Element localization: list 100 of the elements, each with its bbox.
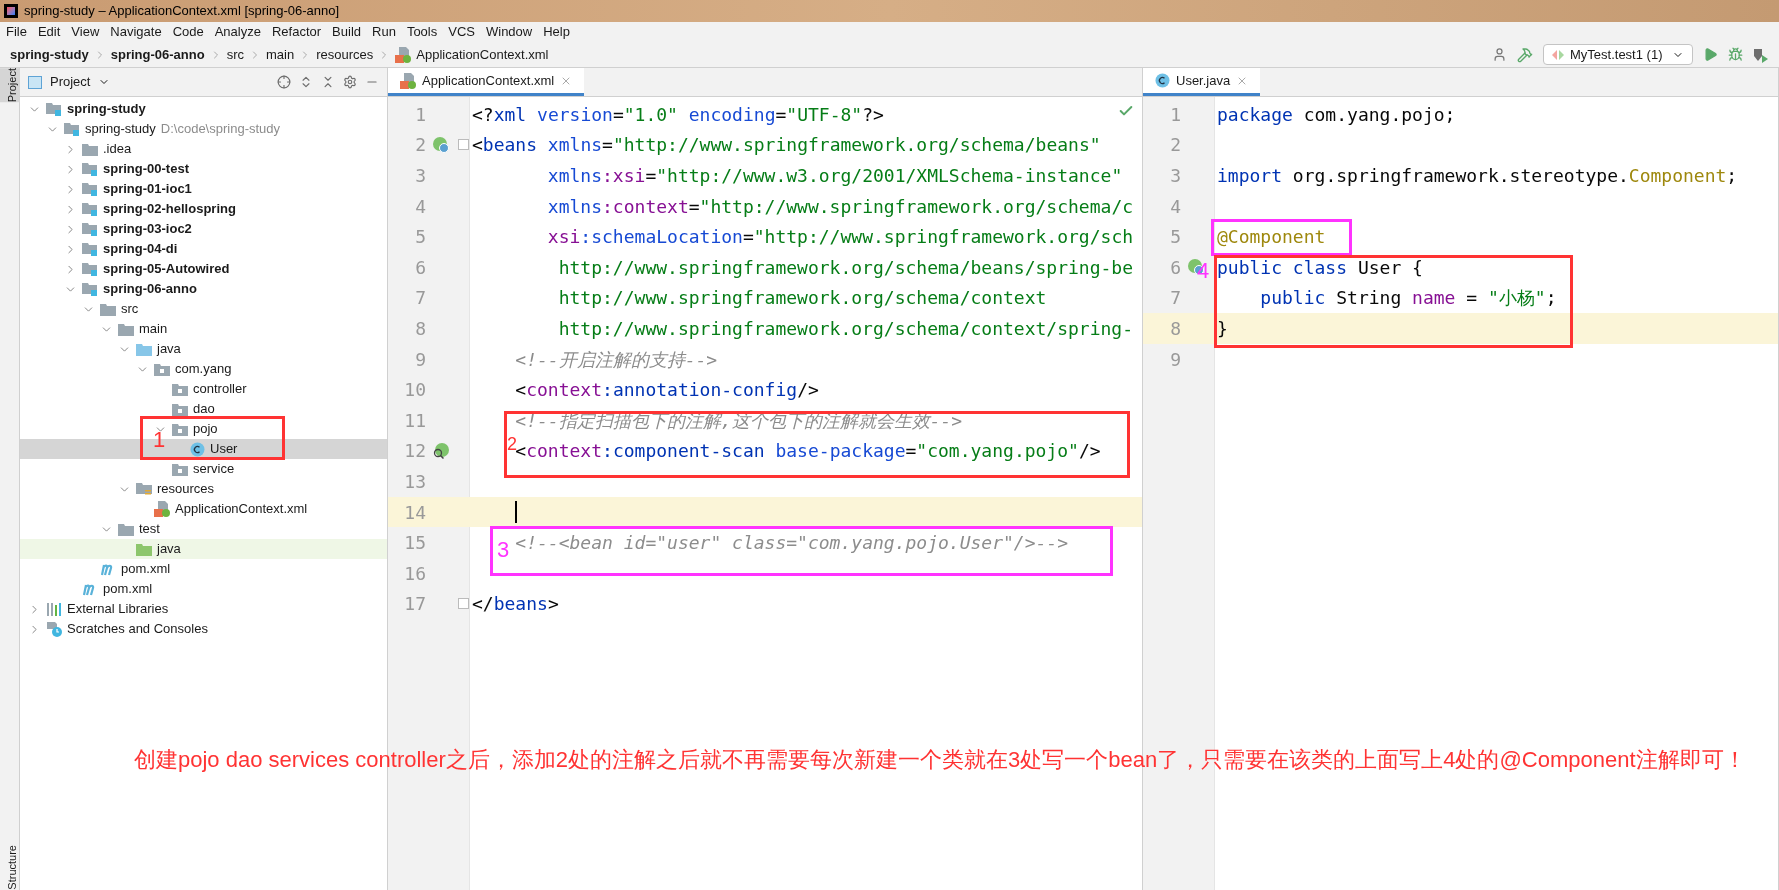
run-config-dropdown[interactable]: MyTest.test1 (1) <box>1543 44 1693 65</box>
menu-item[interactable]: Analyze <box>214 22 261 42</box>
code-line: @Component <box>1217 225 1326 250</box>
tree-item[interactable]: spring-05-Autowired <box>20 259 387 279</box>
tree-item[interactable]: spring-04-di <box>20 239 387 259</box>
tree-item[interactable]: com.yang <box>20 359 387 379</box>
scan-gutter-icon[interactable] <box>432 441 450 460</box>
line-number: 12 <box>403 439 426 464</box>
folder-icon <box>118 522 134 536</box>
tree-item[interactable]: pom.xml <box>20 579 387 599</box>
tree-item[interactable]: .idea <box>20 139 387 159</box>
menu-item[interactable]: Code <box>172 22 204 42</box>
tree-item[interactable]: spring-06-anno <box>20 279 387 299</box>
fold-marker[interactable] <box>458 139 469 151</box>
code-line: http://www.springframework.org/schema/context <box>558 286 1047 311</box>
code-line: import org.springframework.stereotype.Component; <box>1217 164 1738 188</box>
code-line: http://www.springframework.org/schema/beans/spring-be <box>558 255 1134 280</box>
breadcrumb-item[interactable]: resources <box>316 44 374 65</box>
coverage-icon[interactable] <box>1753 46 1769 63</box>
spring-xml-file-icon <box>400 72 416 89</box>
tree-item[interactable]: spring-02-hellospring <box>20 199 387 219</box>
package-icon <box>154 362 170 376</box>
tree-item[interactable]: ApplicationContext.xml <box>20 499 387 519</box>
debug-icon[interactable] <box>1728 47 1743 62</box>
tree-item[interactable]: test <box>20 519 387 539</box>
editor-tab[interactable]: User.java <box>1143 68 1261 96</box>
menu-item[interactable]: Refactor <box>271 22 322 42</box>
tree-item[interactable]: main <box>20 319 387 339</box>
breadcrumb-item[interactable]: main <box>266 44 295 65</box>
tree-item[interactable]: External Libraries <box>20 599 387 619</box>
tree-label: spring-02-hellospring <box>103 200 236 219</box>
build-icon[interactable] <box>1517 46 1533 63</box>
breadcrumb-item[interactable]: spring-study <box>10 44 89 65</box>
module-folder-icon <box>46 102 62 116</box>
class-icon <box>190 441 205 457</box>
tree-item[interactable]: pom.xml <box>20 559 387 579</box>
line-number: 2 <box>414 133 426 158</box>
code-line: public class User { <box>1217 255 1423 280</box>
line-number: 1 <box>1169 102 1181 127</box>
tree-item[interactable]: spring-01-ioc1 <box>20 179 387 199</box>
tree-item[interactable]: spring-study <box>20 99 387 119</box>
editor-tab[interactable]: ApplicationContext.xml <box>388 68 585 96</box>
tree-label: spring-01-ioc1 <box>103 180 192 199</box>
tree-item[interactable]: dao <box>20 399 387 419</box>
code-line: <beans xmlns="http://www.springframework.org/schema/beans" <box>472 133 1101 158</box>
tree-label: pom.xml <box>121 560 171 579</box>
menu-item[interactable]: Tools <box>406 22 438 42</box>
menu-item[interactable]: Navigate <box>110 22 162 42</box>
annotation-number: 3 <box>497 539 510 561</box>
fold-marker[interactable] <box>458 598 469 610</box>
tree-item[interactable]: src <box>20 299 387 319</box>
tree-label: pojo <box>193 420 218 439</box>
tree-item[interactable]: spring-study D:\code\spring-study <box>20 119 387 139</box>
panel-title[interactable]: Project <box>50 72 91 92</box>
breadcrumb-item[interactable]: spring-06-anno <box>110 44 205 65</box>
code-line: public String name = "小杨"; <box>1260 286 1557 311</box>
breadcrumb-item[interactable]: ApplicationContext.xml <box>416 44 549 65</box>
tree-label: pom.xml <box>103 580 153 599</box>
menu-item[interactable]: Build <box>332 22 361 42</box>
tree-item[interactable]: controller <box>20 379 387 399</box>
menu-item[interactable]: Run <box>372 22 396 42</box>
menu-item[interactable]: Edit <box>37 22 61 42</box>
user-icon[interactable] <box>1492 47 1507 62</box>
folder-icon <box>118 322 134 336</box>
tree-item[interactable]: java <box>20 539 387 559</box>
menu-item[interactable]: Help <box>543 22 570 42</box>
tree-item[interactable]: spring-00-test <box>20 159 387 179</box>
code-line: </beans> <box>472 592 559 617</box>
tree-item[interactable]: Scratches and Consoles <box>20 619 387 639</box>
tree-label: spring-00-test <box>103 160 189 179</box>
menu-item[interactable]: View <box>71 22 100 42</box>
line-number: 15 <box>403 531 426 556</box>
folder-icon <box>100 302 116 316</box>
tree-label: dao <box>193 400 215 419</box>
run-icon[interactable] <box>1703 47 1718 62</box>
locate-icon[interactable] <box>277 75 291 89</box>
source-folder-icon <box>136 342 152 356</box>
side-tab[interactable]: Structure <box>0 845 20 890</box>
module-folder-icon <box>82 222 98 236</box>
tree-label: External Libraries <box>67 600 169 619</box>
tree-label: spring-04-di <box>103 240 178 259</box>
menu-item[interactable]: VCS <box>448 22 475 42</box>
collapse-all-icon[interactable] <box>321 75 335 89</box>
annotation-number: 4 <box>1197 260 1210 282</box>
tree-item[interactable]: resources <box>20 479 387 499</box>
line-number: 2 <box>1169 133 1181 158</box>
tree-item[interactable]: service <box>20 459 387 479</box>
line-number: 8 <box>1169 316 1181 341</box>
bean-gutter-icon[interactable] <box>432 135 450 154</box>
tree-item[interactable]: spring-03-ioc2 <box>20 219 387 239</box>
line-number: 6 <box>1169 255 1181 280</box>
menu-item[interactable]: File <box>6 22 27 42</box>
window-title: spring-study – ApplicationContext.xml [spring-06-anno] <box>24 2 340 21</box>
tree-item[interactable]: java <box>20 339 387 359</box>
menu-item[interactable]: Window <box>485 22 533 42</box>
settings-icon[interactable] <box>343 75 357 89</box>
side-tab[interactable]: Project <box>0 68 20 103</box>
breadcrumb-item[interactable]: src <box>226 44 244 65</box>
line-number: 5 <box>1169 225 1181 250</box>
class-icon <box>1155 73 1170 88</box>
